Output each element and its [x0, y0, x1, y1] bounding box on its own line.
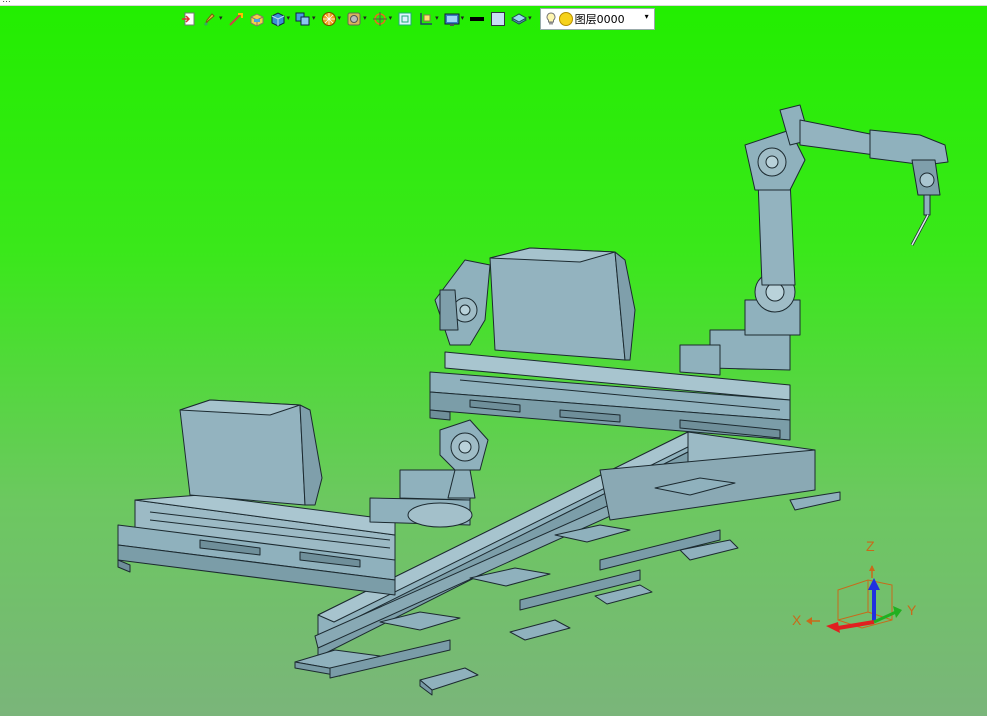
x-axis	[837, 620, 875, 630]
x-axis-label: X	[792, 612, 802, 628]
y-axis-label: Y	[907, 602, 917, 618]
middle-robot-arm	[434, 259, 491, 346]
z-axis-label: Z	[866, 538, 875, 554]
tall-robot-arm	[744, 104, 949, 336]
coordinate-triad: Z X Y	[792, 538, 917, 633]
triad-box	[837, 579, 893, 629]
y-axis	[873, 610, 897, 624]
cad-model: Z X Y	[117, 104, 949, 696]
